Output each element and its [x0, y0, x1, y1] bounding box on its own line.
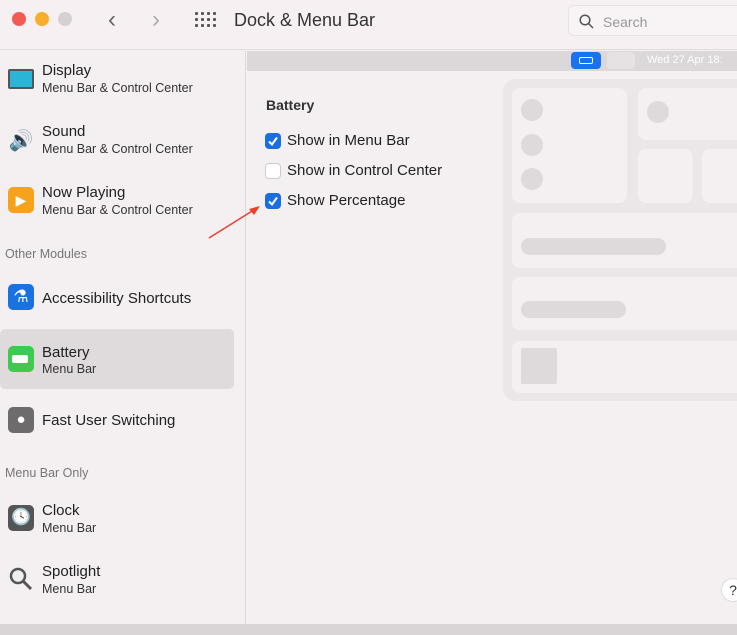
sidebar-item-accessibility-shortcuts[interactable]: ⚗ Accessibility Shortcuts — [0, 271, 234, 321]
back-button[interactable]: ‹ — [108, 6, 116, 34]
show-in-menu-bar-checkbox[interactable] — [265, 133, 281, 149]
sidebar-item-label: Now Playing — [42, 184, 126, 201]
sidebar: Display Menu Bar & Control Center 🔊 Soun… — [0, 51, 246, 624]
sidebar-item-subtitle: Menu Bar & Control Center — [42, 81, 193, 95]
checkbox-label: Show in Control Center — [287, 162, 443, 179]
sidebar-item-battery[interactable]: Battery Menu Bar — [0, 329, 234, 389]
battery-icon — [8, 346, 34, 372]
menu-bar-date: Wed 27 Apr 18: — [647, 54, 723, 66]
red-arrow-annotation — [208, 206, 260, 239]
window-title: Dock & Menu Bar — [234, 10, 376, 30]
help-button[interactable]: ? — [721, 578, 737, 602]
sidebar-item-label: Display — [42, 62, 92, 79]
sidebar-item-subtitle: Menu Bar & Control Center — [42, 203, 193, 217]
close-button[interactable] — [12, 12, 26, 26]
play-icon: ▶ — [8, 187, 34, 213]
title-bar: ‹ › Dock & Menu Bar Search — [0, 0, 737, 50]
sidebar-item-subtitle: Menu Bar — [42, 362, 97, 376]
sidebar-item-label: Spotlight — [42, 563, 101, 580]
section-title: Battery — [266, 97, 315, 113]
menu-bar-preview: Wed 27 Apr 18: — [247, 51, 737, 71]
menu-bar-battery-icon — [571, 52, 601, 69]
control-center-icon — [607, 52, 635, 69]
show-in-control-center-checkbox[interactable] — [265, 163, 281, 179]
magnifier-icon — [9, 567, 33, 591]
sidebar-item-label: Fast User Switching — [42, 412, 176, 429]
section-header-other-modules: Other Modules — [5, 247, 87, 261]
sidebar-item-label: Accessibility Shortcuts — [42, 290, 192, 307]
forward-button[interactable]: › — [152, 6, 160, 34]
sidebar-item-subtitle: Menu Bar & Control Center — [42, 142, 193, 156]
search-input[interactable]: Search — [568, 5, 737, 36]
window: ‹ › Dock & Menu Bar Search Display Menu … — [0, 0, 737, 624]
sidebar-item-clock[interactable]: 🕓 Clock Menu Bar — [0, 497, 234, 557]
search-placeholder: Search — [603, 14, 648, 30]
checkbox-label: Show in Menu Bar — [287, 132, 410, 149]
speaker-icon: 🔊 — [8, 130, 34, 152]
clock-icon: 🕓 — [8, 505, 34, 531]
accessibility-icon: ⚗ — [8, 284, 34, 310]
sidebar-item-subtitle: Menu Bar — [42, 521, 97, 535]
user-icon: ● — [8, 407, 34, 433]
sidebar-item-spotlight[interactable]: Spotlight Menu Bar — [0, 558, 234, 618]
minimize-button[interactable] — [35, 12, 49, 26]
sidebar-item-sound[interactable]: 🔊 Sound Menu Bar & Control Center — [0, 118, 234, 178]
sidebar-item-now-playing[interactable]: ▶ Now Playing Menu Bar & Control Center — [0, 179, 234, 239]
search-icon — [579, 14, 594, 29]
sidebar-item-display[interactable]: Display Menu Bar & Control Center — [0, 57, 234, 117]
zoom-button[interactable] — [58, 12, 72, 26]
checkbox-label: Show Percentage — [287, 192, 406, 209]
show-percentage-checkbox[interactable] — [265, 193, 281, 209]
show-all-grid-icon[interactable] — [195, 12, 216, 28]
display-icon — [8, 69, 34, 89]
sidebar-item-subtitle: Menu Bar — [42, 582, 97, 596]
sidebar-item-fast-user-switching[interactable]: ● Fast User Switching — [0, 396, 234, 446]
main-pane: Wed 27 Apr 18: Battery Show in Menu Bar … — [247, 51, 737, 624]
sidebar-item-label: Sound — [42, 123, 86, 140]
section-header-menu-bar-only: Menu Bar Only — [5, 466, 89, 480]
sidebar-item-label: Clock — [42, 502, 80, 519]
sidebar-item-label: Battery — [42, 344, 90, 361]
